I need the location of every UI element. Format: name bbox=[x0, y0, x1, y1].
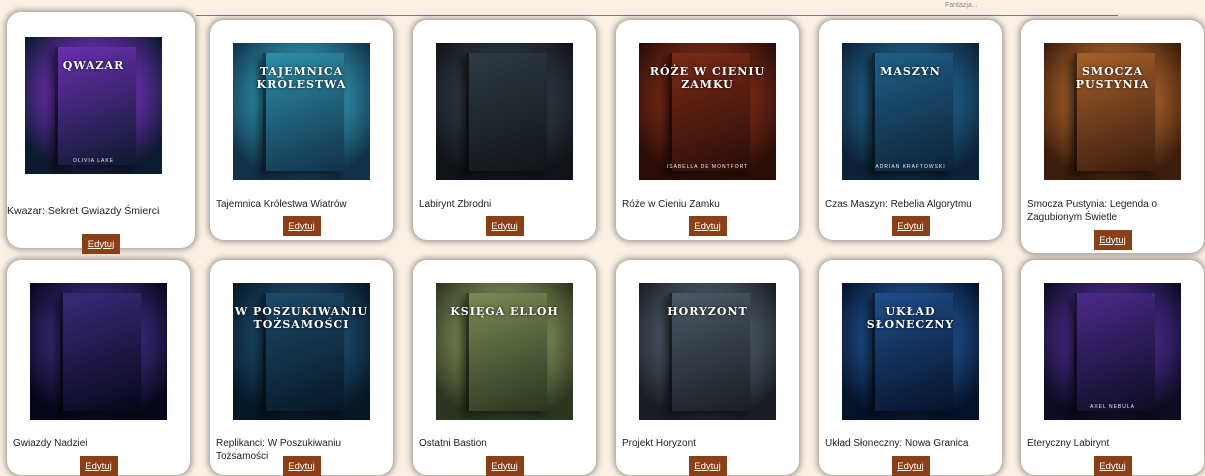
book-title: Tajemnica Królestwa Wiatrów bbox=[216, 199, 347, 210]
book-card: W POSZUKIWANIU TOŻSAMOŚCI Replikanci: W P… bbox=[210, 260, 393, 476]
edit-button[interactable]: Edytuj bbox=[891, 456, 930, 476]
book-card: HORYZONT Projekt Horyzont Edytuj bbox=[616, 260, 799, 476]
book-cover-image: TAJEMNICA KRÓLESTWA bbox=[233, 43, 370, 180]
book-card: QWAZAR OLIVIA LAKE Kwazar: Sekret Gwiazdy … bbox=[7, 12, 195, 254]
cover-title-text: TAJEMNICA KRÓLESTWA bbox=[256, 65, 347, 91]
edit-button[interactable]: Edytuj bbox=[82, 234, 120, 254]
book-title: Projekt Horyzont bbox=[622, 438, 696, 449]
book-illustration bbox=[60, 293, 141, 411]
edit-button[interactable]: Edytuj bbox=[688, 216, 727, 236]
book-illustration bbox=[466, 53, 547, 171]
book-cover-image: AXEL NEBULA bbox=[1044, 283, 1181, 420]
book-title: Kwazar: Sekret Gwiazdy Śmierci bbox=[7, 205, 160, 217]
cover-title-text: W POSZUKIWANIU TOŻSAMOŚCI bbox=[234, 305, 369, 331]
book-card: SMOCZA PUSTYNIA Smocza Pustynia: Legenda … bbox=[1021, 20, 1204, 253]
edit-button[interactable]: Edytuj bbox=[485, 456, 524, 476]
book-cover-image: MASZYN ADRIAN KRAFTOWSKI bbox=[842, 43, 979, 180]
book-title: Układ Słoneczny: Nowa Granica bbox=[825, 438, 969, 449]
cover-author-text: ADRIAN KRAFTOWSKI bbox=[875, 164, 946, 170]
cover-title-text: UKŁAD SŁONECZNY bbox=[866, 305, 955, 331]
book-card: Labirynt Zbrodni Edytuj bbox=[413, 20, 596, 240]
book-cover-image: UKŁAD SŁONECZNY bbox=[842, 283, 979, 420]
edit-button[interactable]: Edytuj bbox=[1093, 230, 1132, 250]
book-card: AXEL NEBULA Eteryczny Labirynt Edytuj bbox=[1021, 260, 1204, 476]
book-illustration bbox=[1074, 293, 1155, 411]
book-card: Gwiazdy Nadziei Edytuj bbox=[7, 260, 190, 476]
edit-button[interactable]: Edytuj bbox=[485, 216, 524, 236]
book-title: Smocza Pustynia: Legenda o Zagubionym Św… bbox=[1027, 199, 1158, 223]
book-cover-image: HORYZONT bbox=[639, 283, 776, 420]
cover-title-text: RÓŻE W CIENIU ZAMKU bbox=[649, 65, 766, 91]
book-cover-image: W POSZUKIWANIU TOŻSAMOŚCI bbox=[233, 283, 370, 420]
book-card: MASZYN ADRIAN KRAFTOWSKI Czas Maszyn: Rebe… bbox=[819, 20, 1002, 240]
book-title: Ostatni Bastion bbox=[419, 438, 487, 449]
book-title: Labirynt Zbrodni bbox=[419, 199, 492, 210]
edit-button[interactable]: Edytuj bbox=[282, 216, 321, 236]
cover-title-text: SMOCZA PUSTYNIA bbox=[1075, 65, 1150, 91]
header-faint-text: Fantazja... bbox=[945, 2, 978, 9]
book-title: Czas Maszyn: Rebelia Algorytmu bbox=[825, 199, 972, 210]
cover-title-text: MASZYN bbox=[880, 65, 941, 78]
cover-author-text: OLIVIA LAKE bbox=[72, 158, 115, 164]
book-card: UKŁAD SŁONECZNY Układ Słoneczny: Nowa Gra… bbox=[819, 260, 1002, 476]
book-card: TAJEMNICA KRÓLESTWA Tajemnica Królestwa W… bbox=[210, 20, 393, 240]
edit-button[interactable]: Edytuj bbox=[1093, 456, 1132, 476]
edit-button[interactable]: Edytuj bbox=[891, 216, 930, 236]
book-card: RÓŻE W CIENIU ZAMKU ISABELLA DE MONTFORT R… bbox=[616, 20, 799, 240]
cover-author-text: ISABELLA DE MONTFORT bbox=[666, 164, 749, 170]
book-title: Gwiazdy Nadziei bbox=[13, 438, 88, 449]
cover-author-text: AXEL NEBULA bbox=[1090, 404, 1135, 410]
edit-button[interactable]: Edytuj bbox=[688, 456, 727, 476]
book-title: Róże w Cieniu Zamku bbox=[622, 199, 720, 210]
cover-title-text: KSIĘGA ELLOH bbox=[450, 305, 559, 318]
cover-title-text: HORYZONT bbox=[667, 305, 748, 318]
header-divider bbox=[196, 15, 1118, 16]
book-cover-image: QWAZAR OLIVIA LAKE bbox=[25, 37, 162, 174]
edit-button[interactable]: Edytuj bbox=[282, 456, 321, 476]
book-cover-image bbox=[30, 283, 167, 420]
book-card: KSIĘGA ELLOH Ostatni Bastion Edytuj bbox=[413, 260, 596, 476]
book-cover-image: RÓŻE W CIENIU ZAMKU ISABELLA DE MONTFORT bbox=[639, 43, 776, 180]
book-title: Eteryczny Labirynt bbox=[1027, 438, 1110, 449]
cover-title-text: QWAZAR bbox=[62, 59, 125, 72]
book-cover-image bbox=[436, 43, 573, 180]
book-cover-image: KSIĘGA ELLOH bbox=[436, 283, 573, 420]
book-cover-image: SMOCZA PUSTYNIA bbox=[1044, 43, 1181, 180]
edit-button[interactable]: Edytuj bbox=[79, 456, 118, 476]
